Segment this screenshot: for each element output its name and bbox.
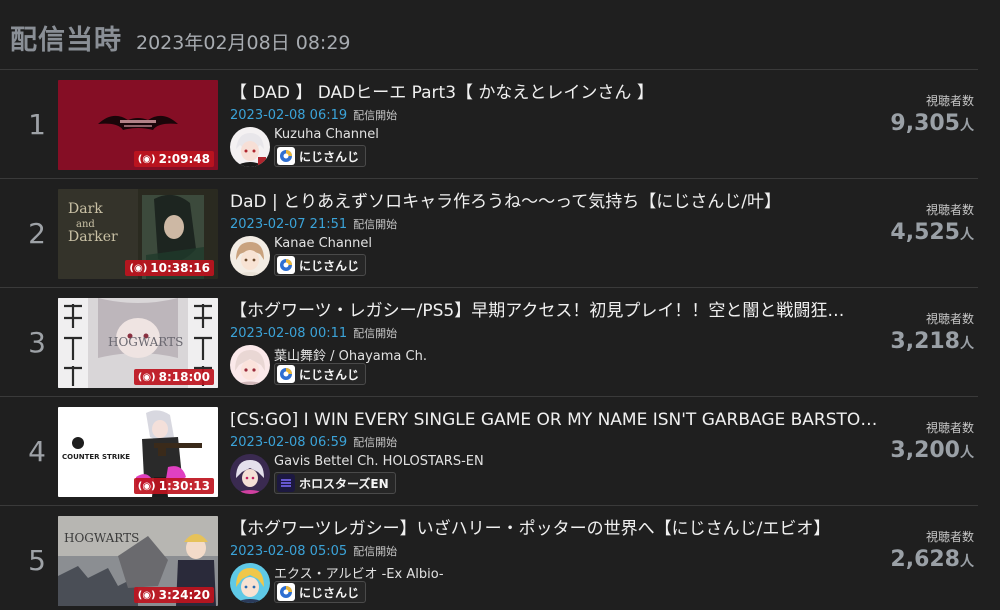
thumb-text-hogwarts: HOGWARTS [64, 531, 139, 545]
rank-number: 2 [28, 217, 46, 250]
start-label: 配信開始 [353, 218, 398, 231]
viewers-label: 視聴者数 [925, 312, 974, 326]
rank-number: 1 [28, 108, 46, 141]
broadcast-icon: (◉) [137, 153, 156, 165]
stream-ranking-list: 1 (◉) 2:09:48 【 DAD 】 DADヒーエ Part3【 かなえと… [0, 69, 978, 610]
viewers-label: 視聴者数 [925, 94, 974, 108]
rank-number: 3 [28, 326, 46, 359]
thumb-text-darker: Darker [68, 229, 118, 245]
start-label: 配信開始 [353, 436, 398, 449]
agency-badge[interactable]: にじさんじ [274, 254, 367, 276]
viewers-label: 視聴者数 [925, 530, 974, 544]
stream-title[interactable]: 【ホグワーツレガシー】いざハリー・ポッターの世界へ【にじさんじ/エビオ】 [230, 516, 880, 542]
stream-title[interactable]: 【ホグワーツ・レガシー/PS5】早期アクセス！初見プレイ！！空と闇と戦闘狂… [230, 298, 880, 324]
avatar[interactable] [230, 345, 270, 385]
viewer-stats: 視聴者数 3,218人 [890, 310, 974, 354]
start-date: 2023-02-07 21:51 [230, 217, 348, 232]
thumb-text-hogwarts: HOGWARTS [108, 335, 183, 349]
nijisanji-logo-icon [277, 583, 295, 601]
start-label: 配信開始 [353, 327, 398, 340]
viewer-count: 2,628 [890, 547, 960, 572]
video-thumbnail[interactable]: HOGWARTS (◉) 3:24:20 [58, 516, 218, 606]
agency-name: にじさんじ [299, 367, 360, 382]
agency-name: にじさんじ [299, 258, 360, 273]
viewers-unit: 人 [960, 336, 974, 352]
channel-name[interactable]: Kuzuha Channel [274, 127, 379, 142]
duration-badge: (◉) 8:18:00 [133, 369, 214, 385]
viewers-label: 視聴者数 [925, 203, 974, 217]
duration-text: 1:30:13 [158, 479, 210, 493]
duration-badge: (◉) 10:38:16 [125, 260, 214, 276]
duration-text: 2:09:48 [158, 152, 210, 166]
duration-text: 10:38:16 [150, 261, 210, 275]
holostars-logo-icon [277, 474, 295, 492]
avatar[interactable] [230, 454, 270, 494]
duration-badge: (◉) 1:30:13 [133, 478, 214, 494]
viewer-count: 3,218 [890, 329, 960, 354]
start-date: 2023-02-08 06:59 [230, 435, 348, 450]
duration-badge: (◉) 3:24:20 [133, 587, 214, 603]
agency-name: にじさんじ [299, 149, 360, 164]
list-item[interactable]: 3 HOGWARTS (◉) 8:18:00 【ホグワーツ・レガシー/PS5】早… [0, 287, 978, 396]
start-label: 配信開始 [353, 109, 398, 122]
viewer-stats: 視聴者数 3,200人 [890, 419, 974, 463]
stream-title[interactable]: DaD | とりあえずソロキャラ作ろうね〜〜って気持ち【にじさんじ/叶】 [230, 189, 880, 215]
stream-title[interactable]: 【 DAD 】 DADヒーエ Part3【 かなえとレインさん 】 [230, 80, 880, 106]
rank-number: 4 [28, 435, 46, 468]
viewers-label: 視聴者数 [925, 421, 974, 435]
start-label: 配信開始 [353, 545, 398, 558]
viewer-stats: 視聴者数 9,305人 [890, 92, 974, 136]
start-date: 2023-02-08 00:11 [230, 326, 348, 341]
avatar[interactable] [230, 236, 270, 276]
page-header: 配信当時 2023年02月08日 08:29 [10, 18, 351, 58]
duration-text: 8:18:00 [158, 370, 210, 384]
video-thumbnail[interactable]: Dark and Darker (◉) 10:38:16 [58, 189, 218, 279]
start-date: 2023-02-08 05:05 [230, 544, 348, 559]
nijisanji-logo-icon [277, 147, 295, 165]
video-thumbnail[interactable]: HOGWARTS (◉) 8:18:00 [58, 298, 218, 388]
thumb-text-dark: Dark [68, 201, 103, 217]
avatar[interactable] [230, 127, 270, 167]
video-thumbnail[interactable]: (◉) 2:09:48 [58, 80, 218, 170]
video-thumbnail[interactable]: COUNTER STRIKE (◉) 1:30:13 [58, 407, 218, 497]
page-title: 配信当時 [10, 25, 122, 56]
stream-title[interactable]: [CS:GO] I WIN EVERY SINGLE GAME OR MY NA… [230, 407, 880, 433]
agency-badge[interactable]: にじさんじ [274, 581, 367, 603]
agency-badge[interactable]: にじさんじ [274, 363, 367, 385]
agency-badge[interactable]: ホロスターズEN [274, 472, 396, 494]
thumb-text-counter-strike: COUNTER STRIKE [62, 453, 130, 461]
nijisanji-logo-icon [277, 256, 295, 274]
agency-badge[interactable]: にじさんじ [274, 145, 367, 167]
agency-name: ホロスターズEN [299, 476, 389, 491]
viewers-unit: 人 [960, 554, 974, 570]
duration-badge: (◉) 2:09:48 [133, 151, 214, 167]
viewer-count: 4,525 [890, 220, 960, 245]
viewers-unit: 人 [960, 445, 974, 461]
viewer-stats: 視聴者数 4,525人 [890, 201, 974, 245]
viewer-count: 9,305 [890, 111, 960, 136]
list-item[interactable]: 1 (◉) 2:09:48 【 DAD 】 DADヒーエ Part3【 かなえと… [0, 69, 978, 178]
list-item[interactable]: 4 COUNTER STRIKE (◉) 1:30:13 [CS:GO] I W… [0, 396, 978, 505]
viewer-stats: 視聴者数 2,628人 [890, 528, 974, 572]
channel-name[interactable]: Gavis Bettel Ch. HOLOSTARS-EN [274, 454, 484, 469]
broadcast-icon: (◉) [137, 589, 156, 601]
broadcast-icon: (◉) [137, 371, 156, 383]
channel-name[interactable]: Kanae Channel [274, 236, 372, 251]
channel-name[interactable]: 葉山舞鈴 / Ohayama Ch. [274, 345, 427, 364]
snapshot-timestamp: 2023年02月08日 08:29 [136, 32, 351, 54]
viewers-unit: 人 [960, 118, 974, 134]
broadcast-icon: (◉) [137, 480, 156, 492]
viewer-count: 3,200 [890, 438, 960, 463]
duration-text: 3:24:20 [158, 588, 210, 602]
channel-name[interactable]: エクス・アルビオ -Ex Albio- [274, 563, 444, 582]
rank-number: 5 [28, 544, 46, 577]
broadcast-icon: (◉) [129, 262, 148, 274]
agency-name: にじさんじ [299, 585, 360, 600]
start-date: 2023-02-08 06:19 [230, 108, 348, 123]
list-item[interactable]: 2 Dark and Darker (◉) 10:38:16 DaD | とりあ… [0, 178, 978, 287]
nijisanji-logo-icon [277, 365, 295, 383]
viewers-unit: 人 [960, 227, 974, 243]
avatar[interactable] [230, 563, 270, 603]
list-item[interactable]: 5 HOGWARTS (◉) 3:24:20 【ホグワーツレガシー】いざハリー・… [0, 505, 978, 610]
